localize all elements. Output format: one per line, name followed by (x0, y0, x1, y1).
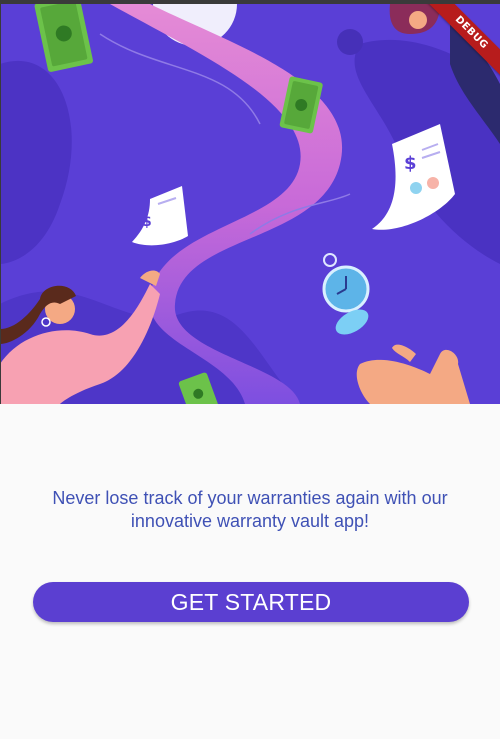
hero-illustration: $ $ DEBUG (0, 4, 500, 404)
onboarding-tagline: Never lose track of your warranties agai… (52, 488, 448, 531)
bg-dot (337, 29, 363, 55)
get-started-button[interactable]: GET STARTED (33, 582, 469, 622)
onboarding-panel: Never lose track of your warranties agai… (0, 404, 500, 739)
receipt-dollar: $ (404, 153, 417, 174)
hero-scene-svg: $ $ (0, 4, 500, 404)
receipt-dollar: $ (142, 214, 152, 230)
